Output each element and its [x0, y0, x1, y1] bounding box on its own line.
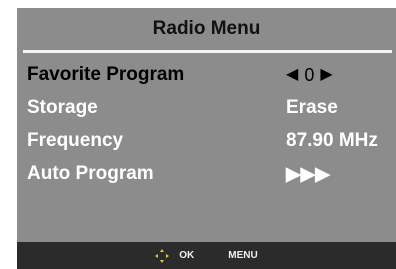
favorite-program-value: 0 — [304, 64, 315, 85]
favorite-program-selector[interactable]: ◀ 0 ▶ — [286, 65, 333, 86]
menu-item-label: Frequency — [27, 130, 124, 151]
menu-hint: MENU — [228, 250, 258, 261]
menu-item-label: Favorite Program — [27, 64, 185, 85]
menu-item-frequency[interactable]: Frequency 87.90 MHz — [27, 127, 396, 155]
menu-item-auto-program[interactable]: Auto Program ▶▶▶ — [27, 160, 396, 188]
menu-item-favorite-program[interactable]: Favorite Program ◀ 0 ▶ — [27, 61, 396, 89]
menu-item-storage[interactable]: Storage Erase — [27, 94, 396, 122]
auto-program-arrows-icon: ▶▶▶ — [286, 163, 330, 185]
title-divider — [23, 50, 392, 53]
frequency-value: 87.90 MHz — [286, 130, 378, 151]
left-arrow-icon[interactable]: ◀ — [286, 67, 298, 83]
storage-value: Erase — [286, 97, 338, 118]
ok-hint: OK — [179, 250, 195, 261]
menu-item-label: Storage — [27, 97, 98, 118]
menu-item-label: Auto Program — [27, 163, 154, 184]
radio-menu-panel: Radio Menu Favorite Program ◀ 0 ▶ Storag… — [17, 8, 396, 269]
menu-title: Radio Menu — [152, 18, 261, 39]
footer-help-bar: OK MENU — [17, 242, 396, 269]
right-arrow-icon[interactable]: ▶ — [320, 67, 332, 83]
four-way-arrows-icon — [155, 248, 170, 263]
